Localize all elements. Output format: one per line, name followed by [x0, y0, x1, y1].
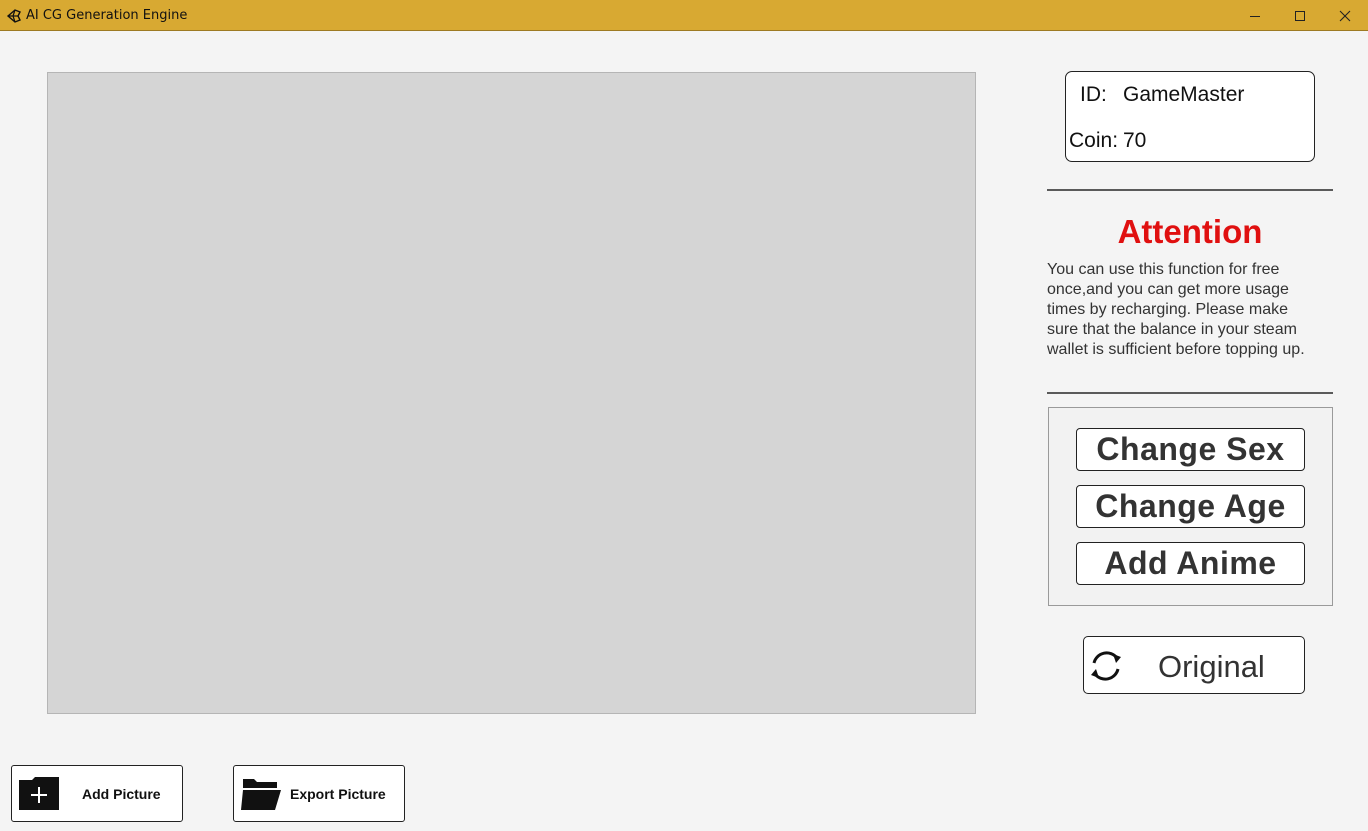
attention-line: You can use this function for free: [1047, 261, 1280, 278]
change-sex-button[interactable]: Change Sex: [1076, 428, 1305, 471]
attention-title: Attention: [1117, 213, 1263, 250]
minimize-icon: [1250, 15, 1260, 17]
add-anime-button[interactable]: Add Anime: [1076, 542, 1305, 585]
export-picture-label: Export Picture: [290, 786, 386, 802]
picture-canvas[interactable]: [47, 72, 976, 714]
folder-open-icon: [241, 779, 281, 810]
change-age-button[interactable]: Change Age: [1076, 485, 1305, 528]
attention-line: wallet is sufficient before topping up.: [1047, 341, 1305, 358]
divider-bottom: [1047, 392, 1333, 394]
title-bar: AI CG Generation Engine: [0, 0, 1368, 31]
divider-top: [1047, 189, 1333, 191]
coin-label: Coin:: [1069, 129, 1119, 152]
maximize-button[interactable]: [1277, 0, 1323, 31]
coin-value: 70: [1123, 129, 1147, 152]
id-label: ID:: [1080, 83, 1107, 106]
refresh-icon: [1091, 651, 1121, 681]
minimize-button[interactable]: [1232, 0, 1278, 31]
close-button[interactable]: [1322, 0, 1368, 31]
attention-text: You can use this function for free once,…: [1047, 260, 1333, 360]
unity-app-icon: [6, 9, 21, 23]
function-panel: Change Sex Change Age Add Anime: [1048, 407, 1333, 606]
original-button[interactable]: Original: [1083, 636, 1305, 694]
add-picture-button[interactable]: Add Picture: [11, 765, 183, 822]
folder-plus-icon: [19, 777, 59, 810]
window-title: AI CG Generation Engine: [26, 8, 188, 23]
id-value: GameMaster: [1123, 83, 1245, 106]
attention-line: sure that the balance in your steam: [1047, 321, 1297, 338]
attention-line: times by recharging. Please make: [1047, 301, 1288, 318]
maximize-icon: [1295, 10, 1305, 21]
add-picture-label: Add Picture: [82, 786, 161, 802]
user-info-panel: ID: GameMaster Coin: 70: [1065, 71, 1315, 162]
export-picture-button[interactable]: Export Picture: [233, 765, 405, 822]
attention-line: once,and you can get more usage: [1047, 281, 1289, 298]
close-icon: [1339, 10, 1351, 21]
original-label: Original: [1158, 649, 1265, 684]
